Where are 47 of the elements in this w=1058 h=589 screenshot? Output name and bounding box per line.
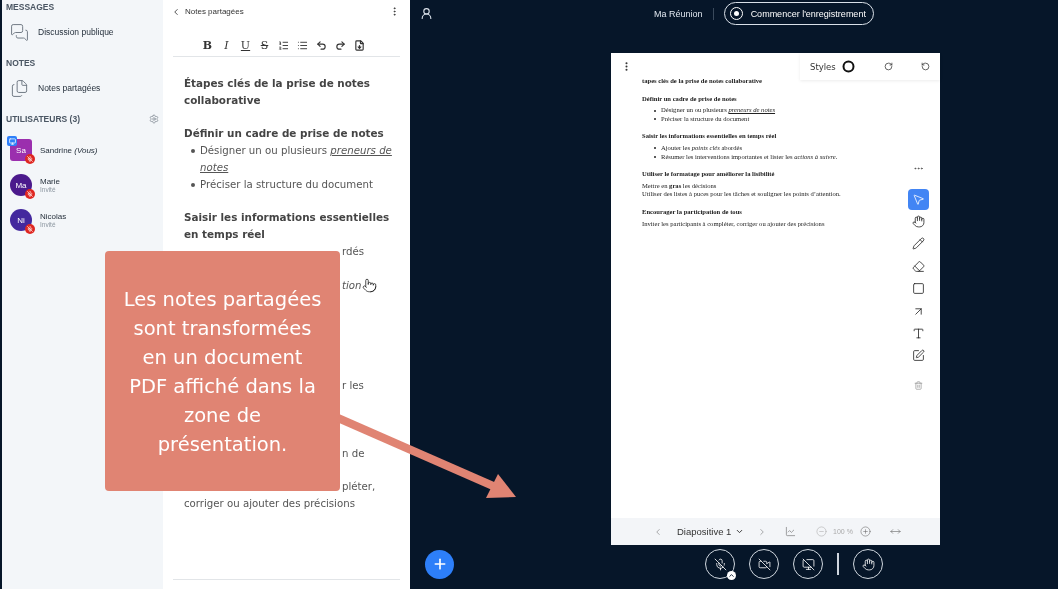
sidebar-item[interactable]: Discussion publique [2,13,163,51]
note-heading: Définir un cadre de prise de notes [184,126,385,141]
chevron-left-icon[interactable] [171,6,181,17]
user-name: Sandrine (Vous) [40,145,98,155]
note-heading: Saisir les informations essentielles en temps réel [184,210,391,242]
section-title: UTILISATEURS (3) [6,113,80,125]
note-text-fragment: n de [342,447,365,461]
user-name: Nicolas [40,212,67,221]
redo-icon[interactable] [884,62,893,71]
note-bullet-text: Désigner un ou plusieurs preneurs de notes [200,145,392,173]
screen-off-icon[interactable] [801,557,815,571]
camera-off-icon[interactable] [757,557,771,571]
bullet-icon [191,183,195,187]
undo-icon[interactable] [921,62,930,71]
user-name: Marie [40,177,60,186]
section-title: MESSAGES [6,1,55,13]
styles-button[interactable]: Styles [810,61,836,72]
user-list-toggle-icon[interactable] [420,7,433,20]
muted-microphone-icon[interactable] [713,557,727,571]
presenter-badge-icon [7,136,17,146]
documents-icon [10,78,29,98]
back-link[interactable]: Notes partagées [171,6,244,17]
chevron-up-icon[interactable] [727,571,736,580]
note-text-fragment: tion [342,279,362,293]
note-text: corriger ou ajouter des précisions [184,497,356,511]
note-heading: Étapes clés de la prise de notes collaborative [184,76,372,108]
actions-button[interactable] [425,549,454,579]
italic-button[interactable]: I [220,38,233,53]
slide-selector[interactable]: Diapositive 1 [677,526,757,537]
strike-button[interactable]: S [258,38,271,53]
user-avatar[interactable]: Ni [10,209,32,231]
bold-button[interactable]: B [201,38,214,53]
user-avatar[interactable]: Ma [10,174,32,196]
callout-box: Les notes partagées sont transformées en un document PDF affiché dans la zone de présentation. [105,251,340,491]
meeting-title: Ma Réunion [654,8,703,19]
underline-button[interactable]: U [239,38,252,53]
note-text-fragment: r les [342,379,364,393]
sidebar-item[interactable]: Notes partagées [2,69,163,107]
bullet-icon [191,149,195,153]
stroke-circle-icon[interactable] [841,60,855,73]
section-title: NOTES [6,57,36,69]
hand-icon[interactable] [861,557,875,571]
note-text-fragment: rdés [342,245,365,259]
note-bullet-text: Préciser la structure du document [200,179,373,190]
note-text-fragment: pléter, [342,480,376,494]
chevron-down-icon[interactable] [735,527,745,536]
chat-bubbles-icon [10,22,29,42]
